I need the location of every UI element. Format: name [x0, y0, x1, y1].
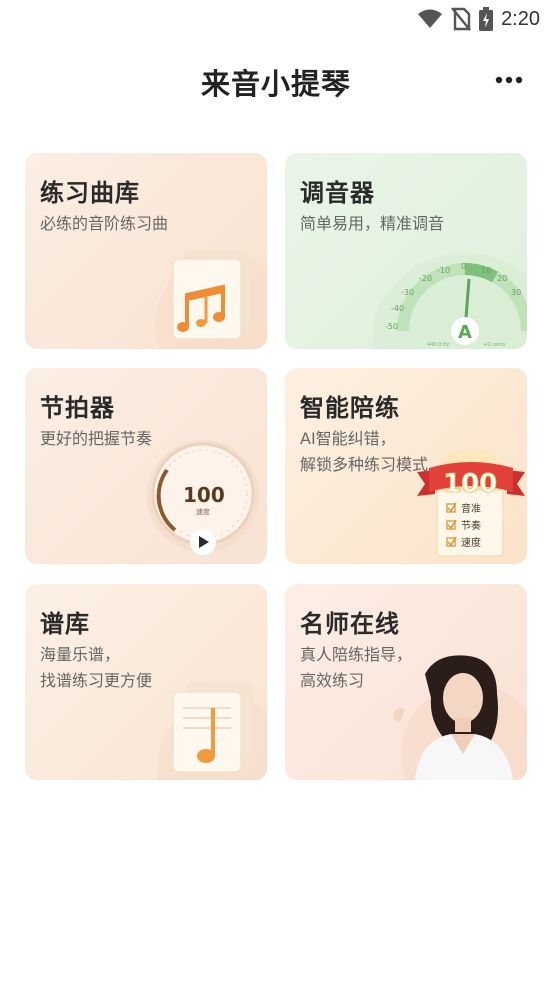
- tuner-note: A: [458, 322, 472, 343]
- wifi-icon: [418, 9, 443, 28]
- card-title: 练习曲库: [40, 179, 140, 207]
- card-tuner[interactable]: 调音器 简单易用，精准调音 -50 -40 -30 -20 -10 0 10 2…: [285, 153, 527, 349]
- card-title: 智能陪练: [300, 394, 400, 422]
- card-title: 调音器: [300, 179, 375, 207]
- card-title: 节拍器: [40, 394, 115, 422]
- gauge-tick: 30: [511, 288, 521, 297]
- card-subtitle: 简单易用，精准调音: [300, 211, 444, 237]
- gauge-tick: -40: [391, 304, 404, 313]
- music-sheet-icon: [155, 251, 267, 349]
- status-bar: 2:20: [0, 0, 552, 38]
- no-sim-icon: [451, 7, 471, 31]
- card-ai-practice[interactable]: 智能陪练 AI智能纠错， 解锁多种练习模式 100 音准 节奏 速度: [285, 368, 527, 564]
- score-badge-icon: 100 音准 节奏 速度: [417, 450, 525, 557]
- card-subtitle-line: 解锁多种练习模式: [300, 455, 429, 474]
- status-time: 2:20: [501, 7, 540, 30]
- gauge-tick: -20: [419, 274, 432, 283]
- card-subtitle-line: AI智能纠错，: [300, 429, 396, 448]
- gauge-tick: 0: [461, 262, 466, 271]
- gauge-tick: 10: [481, 266, 491, 275]
- badge-check: 节奏: [461, 520, 481, 532]
- card-subtitle: 更好的把握节奏: [40, 426, 152, 452]
- card-subtitle: AI智能纠错， 解锁多种练习模式: [300, 426, 428, 478]
- app-header: 来音小提琴: [0, 55, 552, 111]
- tuner-frequency: 440.0 Hz: [427, 342, 450, 348]
- more-icon: [495, 76, 523, 84]
- card-live-teacher[interactable]: 名师在线 真人陪练指导， 高效练习: [285, 584, 527, 780]
- metronome-bpm: 100: [183, 483, 225, 507]
- badge-score: 100: [443, 469, 497, 499]
- gauge-tick: -10: [437, 266, 450, 275]
- tuner-cents: +0 cents: [483, 342, 506, 348]
- card-subtitle-line: 简单易用，精准调音: [300, 214, 445, 233]
- gauge-tick: -30: [401, 288, 414, 297]
- badge-check: 音准: [461, 502, 481, 515]
- card-title: 名师在线: [300, 610, 400, 638]
- card-score-library[interactable]: 谱库 海量乐谱， 找谱练习更方便: [25, 584, 267, 780]
- metronome-dial-icon: 100 速度: [147, 440, 259, 555]
- gauge-tick: 20: [497, 274, 507, 283]
- card-subtitle-line: 必练的音阶练习曲: [40, 214, 169, 233]
- card-title: 谱库: [40, 610, 90, 638]
- more-button[interactable]: [492, 63, 526, 97]
- card-subtitle: 必练的音阶练习曲: [40, 211, 168, 237]
- sheet-note-icon: [157, 682, 267, 780]
- metronome-label: 速度: [196, 507, 210, 516]
- card-subtitle-line: 更好的把握节奏: [40, 429, 153, 448]
- card-subtitle-line: 海量乐谱，: [40, 645, 121, 664]
- battery-charging-icon: [479, 7, 494, 31]
- tuner-gauge-icon: -50 -40 -30 -20 -10 0 10 20 30 A 440.0 H…: [373, 253, 527, 349]
- badge-check: 速度: [461, 536, 481, 549]
- card-etude-library[interactable]: 练习曲库 必练的音阶练习曲: [25, 153, 267, 349]
- teacher-portrait: [393, 655, 527, 780]
- card-metronome[interactable]: 节拍器 更好的把握节奏 100 速度: [25, 368, 267, 564]
- status-icons: 2:20: [417, 7, 540, 31]
- page-title: 来音小提琴: [200, 67, 351, 101]
- gauge-tick: -50: [385, 322, 398, 331]
